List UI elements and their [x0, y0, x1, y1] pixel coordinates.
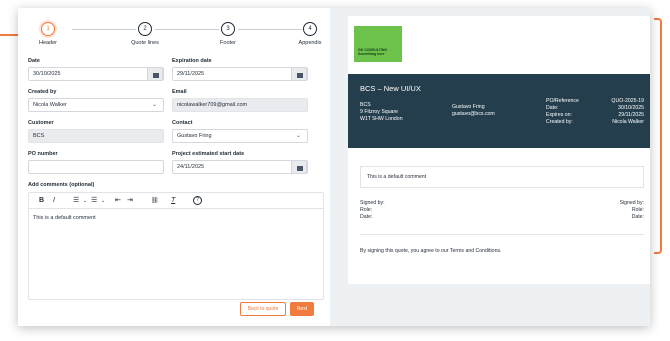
- editor-toolbar: B I ☰ ⌄ ☰ ⌄ ⇤ ⇥ ⛓ T ?: [29, 193, 323, 209]
- step-number: 2: [138, 22, 152, 36]
- customer-value: BCS: [33, 133, 45, 139]
- bullet-list-icon[interactable]: ☰: [73, 196, 79, 206]
- contact-label: Contact: [172, 120, 193, 126]
- preview-date-value: 30/10/2025: [618, 105, 644, 111]
- step-number: 1: [41, 22, 55, 36]
- start-date-field[interactable]: 24/11/2025: [172, 160, 308, 174]
- date-label: Date: [28, 58, 40, 64]
- quote-preview-document: GK CONSULTING Something here BCS – New U…: [348, 16, 650, 284]
- expires-value: 29/11/2025: [618, 112, 644, 118]
- po-reference-value: QUO-2025-19: [611, 98, 644, 104]
- created-by-select[interactable]: Nicola Walker ⌄: [28, 98, 164, 112]
- signed-by-label: Signed by:: [619, 200, 644, 206]
- indent-icon[interactable]: ⇥: [127, 196, 133, 206]
- customer-label: Customer: [28, 120, 54, 126]
- stepper: 1 Header 2 Quote lines 3 Footer 4 Append…: [18, 22, 330, 52]
- created-by-preview-label: Created by:: [546, 119, 573, 125]
- next-button[interactable]: Next: [290, 302, 314, 316]
- customer-field: BCS: [28, 129, 164, 143]
- calendar-icon[interactable]: [147, 67, 163, 81]
- chevron-down-icon[interactable]: ⌄: [101, 196, 105, 206]
- step-number: 3: [221, 22, 235, 36]
- comments-label: Add comments (optional): [28, 182, 95, 188]
- date-field[interactable]: 30/10/2025: [28, 67, 164, 81]
- step-label: Quote lines: [131, 40, 159, 46]
- chevron-down-icon: ⌄: [151, 102, 157, 108]
- customer-address-line2: W1T 5HW London: [360, 116, 403, 122]
- comments-editor[interactable]: B I ☰ ⌄ ☰ ⌄ ⇤ ⇥ ⛓ T ? This is a default …: [28, 192, 324, 300]
- logo-subtext: Something here: [358, 52, 385, 56]
- start-date-value: 24/11/2025: [177, 164, 205, 170]
- step-footer[interactable]: 3 Footer: [198, 22, 258, 46]
- help-icon[interactable]: ?: [193, 196, 202, 205]
- po-number-label: PO number: [28, 151, 58, 157]
- start-date-label: Project estimated start date: [172, 151, 245, 157]
- step-label: Footer: [220, 40, 236, 46]
- role-label: Role:: [631, 207, 644, 213]
- po-reference-label: PO/Reference: [546, 98, 579, 104]
- comments-text[interactable]: This is a default comment: [33, 215, 96, 221]
- annotation-bracket: [654, 18, 662, 254]
- step-header[interactable]: 1 Header: [18, 22, 78, 46]
- quote-editor-window: 1 Header 2 Quote lines 3 Footer 4 Append…: [18, 8, 650, 326]
- po-number-input[interactable]: [28, 160, 164, 174]
- back-to-quote-button[interactable]: Back to quote: [240, 302, 286, 316]
- link-icon[interactable]: ⛓: [151, 196, 159, 206]
- contact-name: Gustavo Fring: [452, 104, 485, 110]
- signature-block-right: Signed by: Role: Date:: [619, 200, 644, 221]
- terms-text: By signing this quote, you agree to our …: [360, 248, 502, 254]
- created-by-label: Created by: [28, 89, 57, 95]
- expires-label: Expires on:: [546, 112, 572, 118]
- clear-format-icon[interactable]: T: [171, 196, 175, 206]
- numbered-list-icon[interactable]: ☰: [91, 196, 97, 206]
- preview-panel: GK CONSULTING Something here BCS – New U…: [330, 8, 650, 326]
- customer-name: BCS: [360, 102, 371, 108]
- role-label: Role:: [360, 207, 373, 213]
- customer-address-line1: 9 Fitzroy Square: [360, 109, 399, 115]
- quote-title: BCS – New UI/UX: [360, 84, 421, 93]
- expiration-value: 29/11/2025: [177, 71, 205, 77]
- signed-by-label: Signed by:: [360, 200, 385, 206]
- calendar-icon[interactable]: [291, 160, 307, 174]
- calendar-icon[interactable]: [291, 67, 307, 81]
- italic-icon[interactable]: I: [53, 196, 55, 206]
- step-number: 4: [303, 22, 317, 36]
- chevron-down-icon: ⌄: [295, 133, 301, 139]
- form-panel: 1 Header 2 Quote lines 3 Footer 4 Append…: [18, 8, 330, 326]
- expiration-field[interactable]: 29/11/2025: [172, 67, 308, 81]
- created-by-value: Nicola Walker: [33, 102, 67, 108]
- outdent-icon[interactable]: ⇤: [115, 196, 121, 206]
- bold-icon[interactable]: B: [39, 196, 44, 206]
- step-quote-lines[interactable]: 2 Quote lines: [115, 22, 175, 46]
- signature-block-left: Signed by: Role: Date:: [360, 200, 385, 221]
- date-label: Date:: [631, 214, 644, 220]
- email-label: Email: [172, 89, 187, 95]
- contact-value: Gustavo Fring: [177, 133, 212, 139]
- date-label: Date:: [360, 214, 373, 220]
- preview-comment: This is a default comment: [360, 166, 644, 188]
- contact-select[interactable]: Gustavo Fring ⌄: [172, 129, 308, 143]
- date-value: 30/10/2025: [33, 71, 61, 77]
- company-logo: GK CONSULTING Something here: [354, 26, 402, 62]
- created-by-preview-value: Nicola Walker: [612, 119, 644, 125]
- chevron-down-icon[interactable]: ⌄: [83, 196, 87, 206]
- step-label: Header: [38, 40, 58, 46]
- email-field: nicolawalker709@gmail.com: [172, 98, 308, 112]
- expiration-label: Expiration date: [172, 58, 212, 64]
- contact-email: gustavo@bcs.com: [452, 111, 495, 117]
- divider: [360, 234, 644, 235]
- email-value: nicolawalker709@gmail.com: [177, 102, 248, 108]
- quote-header-banner: BCS – New UI/UX BCS 9 Fitzroy Square W1T…: [348, 74, 650, 148]
- preview-date-label: Date:: [546, 105, 559, 111]
